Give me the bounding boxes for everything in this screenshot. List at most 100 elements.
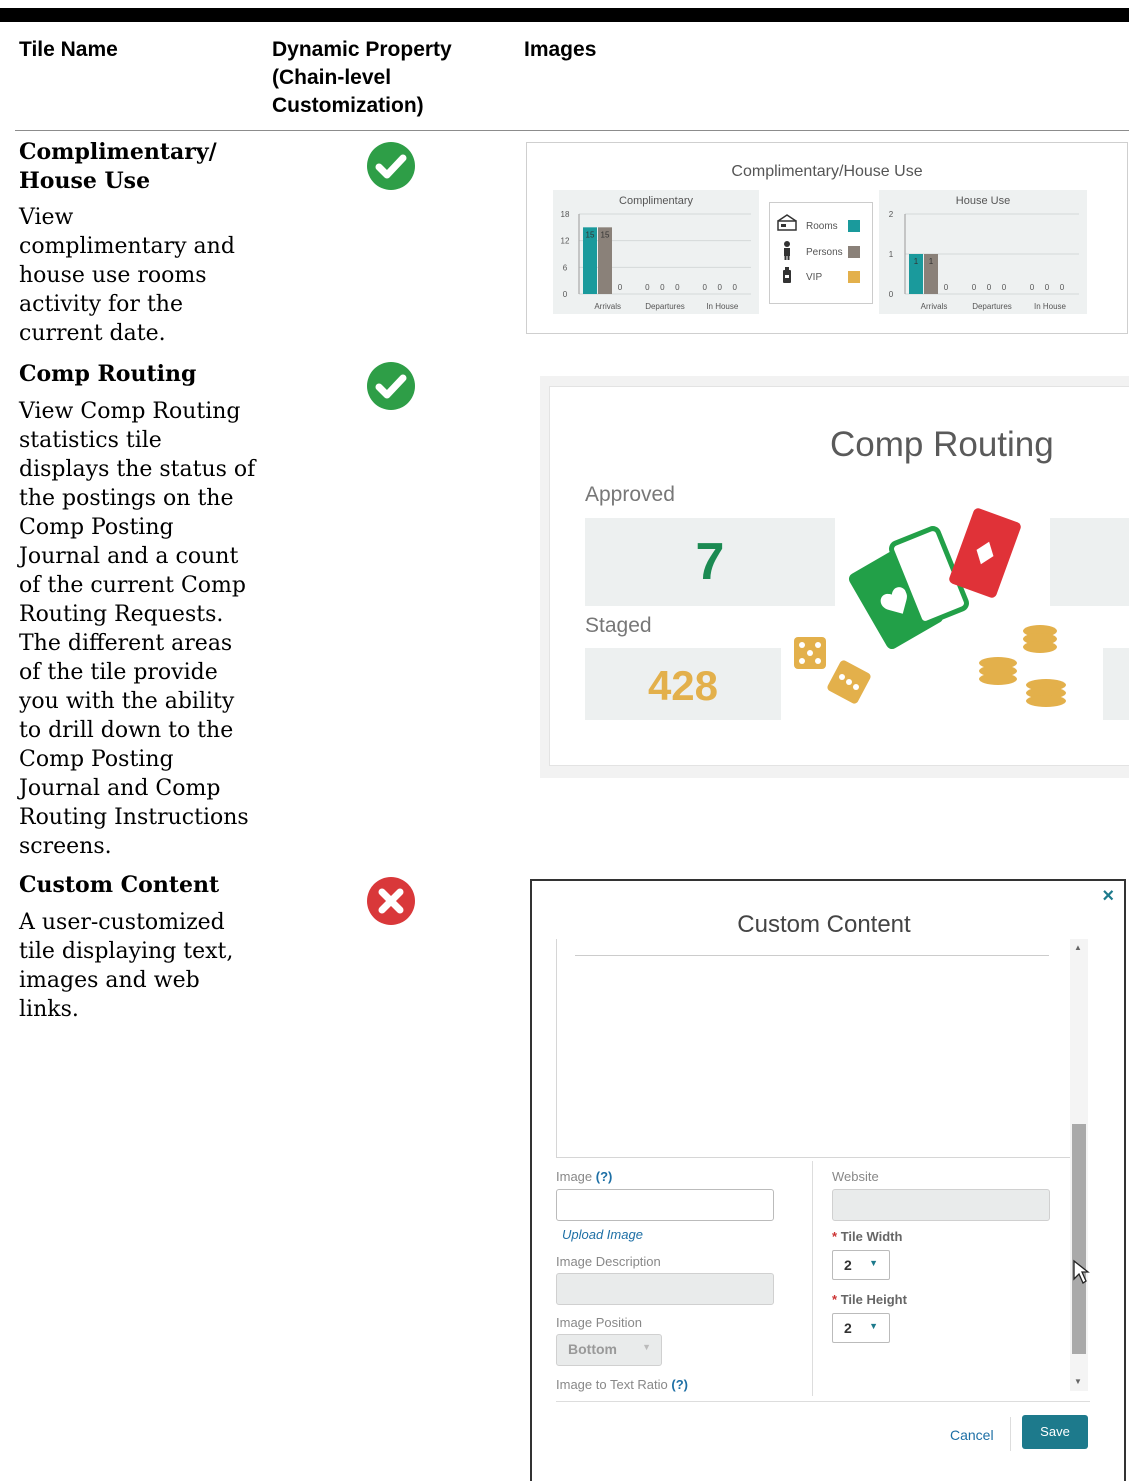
footer-divider	[556, 1401, 1090, 1402]
cancel-button[interactable]: Cancel	[950, 1427, 994, 1443]
row-desc-complimentary: View complimentary and house use rooms a…	[19, 205, 235, 346]
value-label: 0	[660, 283, 665, 292]
image-label: Image (?)	[556, 1169, 613, 1184]
value-label: 1	[929, 257, 934, 266]
staged-box[interactable]: 428	[585, 648, 781, 720]
button-separator	[1010, 1417, 1011, 1451]
check-icon	[367, 362, 415, 410]
editor-rule	[575, 955, 1049, 956]
row-title-comp-routing: Comp Routing	[19, 361, 197, 387]
header-divider	[15, 130, 1129, 131]
image-description-input[interactable]	[556, 1273, 774, 1305]
person-icon	[784, 241, 790, 260]
legend-rooms: Rooms	[806, 221, 838, 232]
value-label: 0	[717, 283, 722, 292]
dialog-title: Custom Content	[737, 911, 911, 938]
legend-rooms-swatch	[848, 220, 860, 232]
staged-value: 428	[647, 662, 719, 709]
chevron-down-icon: ▼	[869, 1321, 878, 1331]
x-tick-label: Arrivals	[921, 302, 948, 311]
legend-vip: VIP	[806, 272, 822, 283]
value-label: 0	[1060, 283, 1065, 292]
legend-vip-swatch	[848, 271, 860, 283]
tile-width-label: * Tile Width	[832, 1229, 903, 1244]
x-tick-label: In House	[1034, 302, 1067, 311]
x-tick-label: Arrivals	[594, 302, 621, 311]
comp-routing-tile: Comp Routing Approved 7 Staged 428	[540, 376, 1129, 778]
row-title-custom-content: Custom Content	[19, 872, 220, 898]
casino-illustration	[794, 508, 1066, 707]
complimentary-bar-chart: Complimentary 18 12 6 0 15 15 0 Arrivals 0 0 0 Depar…	[561, 195, 751, 311]
help-icon[interactable]: (?)	[671, 1377, 688, 1392]
y-tick-label: 6	[563, 263, 568, 272]
help-icon[interactable]: (?)	[596, 1169, 613, 1184]
tile-width-select[interactable]: 2 ▼	[832, 1250, 890, 1280]
row-desc-comp-routing: View Comp Routing statistics tile displa…	[19, 399, 256, 859]
header-tile-name: Tile Name	[19, 38, 118, 61]
value-label: 15	[586, 230, 595, 239]
subchart-title: Complimentary	[619, 195, 693, 207]
image-position-select[interactable]: Bottom ▼	[556, 1334, 662, 1366]
column-divider	[812, 1161, 813, 1396]
row-desc-custom-content: A user-customized tile displaying text, …	[19, 910, 234, 1022]
x-tick-label: Departures	[645, 302, 685, 311]
save-button[interactable]: Save	[1022, 1415, 1088, 1449]
value-label: 0	[702, 283, 707, 292]
bed-icon	[777, 214, 797, 231]
value-label: 0	[645, 283, 650, 292]
staged-label: Staged	[585, 614, 652, 637]
cross-icon	[367, 877, 415, 925]
house-use-bar-chart: House Use 2 1 0 1 1 0 Arrivals 0 0 0 Departures 0 0 0 I…	[889, 195, 1079, 311]
image-position-label: Image Position	[556, 1315, 642, 1330]
value-label: 0	[944, 283, 949, 292]
y-tick-label: 0	[563, 290, 568, 299]
check-icon	[367, 142, 415, 190]
image-input[interactable]	[556, 1189, 774, 1221]
tile-height-label: * Tile Height	[832, 1292, 907, 1307]
playing-cards-icon	[848, 508, 1021, 650]
custom-content-dialog: × Custom Content ▲ ▼ Image (?) Upload Im…	[530, 879, 1126, 1481]
pending-box[interactable]	[1103, 648, 1129, 720]
website-input[interactable]	[832, 1189, 1050, 1221]
tile-title: Complimentary/House Use	[731, 163, 923, 180]
comp-routing-card: Comp Routing Approved 7 Staged 428	[549, 386, 1129, 766]
scrollbar[interactable]: ▲ ▼	[1070, 939, 1088, 1391]
mouse-cursor-icon	[1073, 1259, 1090, 1284]
y-tick-label: 18	[561, 210, 570, 219]
y-tick-label: 1	[889, 250, 894, 259]
y-tick-label: 2	[889, 210, 894, 219]
chevron-down-icon: ▼	[642, 1342, 651, 1352]
house-use-chart: House Use 2 1 0 1 1 0 Arrivals 0 0 0 Departures 0 0 0 I…	[879, 190, 1087, 314]
value-label: 15	[601, 230, 610, 239]
value-label: 0	[1002, 283, 1007, 292]
header-dynamic-property: Dynamic Property (Chain-level Customizat…	[272, 38, 452, 117]
value-label: 0	[972, 283, 977, 292]
legend-svg: Rooms Persons VIP	[777, 214, 860, 283]
text-editor-area[interactable]	[556, 939, 1072, 1158]
value-label: 1	[914, 257, 919, 266]
y-tick-label: 0	[889, 290, 894, 299]
top-rule	[0, 8, 1129, 22]
image-description-label: Image Description	[556, 1254, 661, 1269]
subchart-title: House Use	[956, 195, 1010, 207]
value-label: 0	[987, 283, 992, 292]
scroll-up-icon[interactable]: ▲	[1074, 943, 1082, 952]
header-images: Images	[524, 38, 597, 61]
value-label: 0	[675, 283, 680, 292]
row-title-complimentary: Complimentary/ House Use	[19, 139, 217, 194]
value-label: 0	[1030, 283, 1035, 292]
upload-image-link[interactable]: Upload Image	[562, 1227, 643, 1242]
chart-legend: Rooms Persons VIP	[769, 202, 873, 304]
tile-height-select[interactable]: 2 ▼	[832, 1313, 890, 1343]
close-icon[interactable]: ×	[1102, 885, 1114, 908]
legend-persons: Persons	[806, 247, 843, 258]
complimentary-chart: Complimentary 18 12 6 0 15 15 0 Arrivals 0 0 0 Depar…	[553, 190, 759, 314]
scroll-down-icon[interactable]: ▼	[1074, 1377, 1082, 1386]
chevron-down-icon: ▼	[869, 1258, 878, 1268]
value-label: 0	[618, 283, 623, 292]
scrollbar-thumb[interactable]	[1072, 1124, 1086, 1354]
tile-title: Comp Routing	[830, 425, 1054, 464]
image-text-ratio-label: Image to Text Ratio (?)	[556, 1377, 688, 1392]
value-label: 0	[1045, 283, 1050, 292]
legend-persons-swatch	[848, 246, 860, 258]
